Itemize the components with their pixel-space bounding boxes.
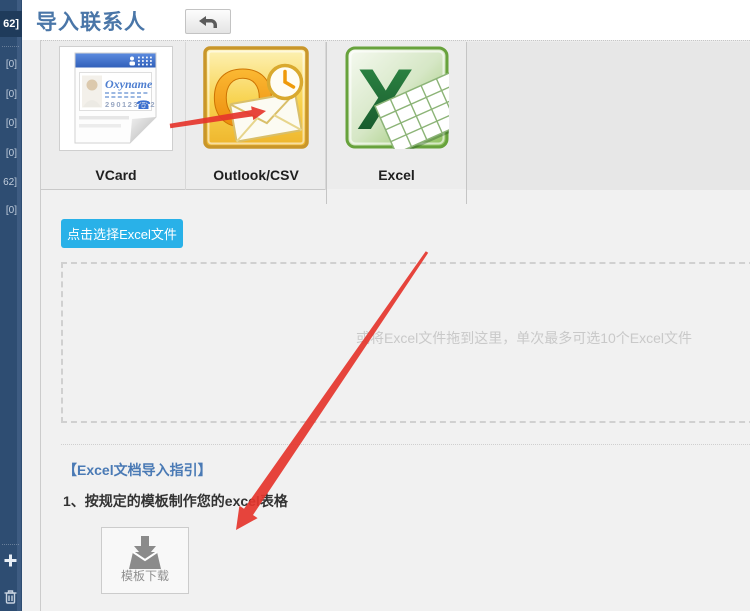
vcard-brand-text: Oxyname bbox=[105, 77, 153, 91]
excel-dropzone[interactable]: 或将Excel文件拖到这里，单次最多可选10个Excel文件 bbox=[61, 262, 750, 423]
delete-button[interactable] bbox=[3, 589, 18, 604]
gutter bbox=[22, 40, 40, 611]
sidebar-item[interactable]: 62] bbox=[0, 11, 22, 37]
plus-icon bbox=[3, 553, 18, 568]
outlook-icon: O bbox=[203, 46, 309, 154]
sidebar-item[interactable]: [0] bbox=[0, 147, 20, 160]
select-excel-file-button[interactable]: 点击选择Excel文件 bbox=[61, 219, 183, 248]
tabbar-empty-area bbox=[467, 42, 750, 190]
tab-label: Excel bbox=[327, 167, 466, 183]
dropzone-hint: 或将Excel文件拖到这里，单次最多可选10个Excel文件 bbox=[356, 328, 692, 348]
sidebar-item[interactable]: [0] bbox=[0, 117, 20, 130]
tab-excel[interactable]: X Excel bbox=[326, 42, 467, 190]
back-arrow-icon bbox=[198, 15, 218, 29]
section-divider bbox=[61, 444, 750, 445]
trash-icon bbox=[3, 589, 18, 605]
sidebar-item[interactable]: [0] bbox=[0, 58, 20, 71]
import-type-tabbar: Oxyname 290123122 ☎ VCard bbox=[41, 40, 750, 190]
main-panel: Oxyname 290123122 ☎ VCard bbox=[40, 40, 750, 611]
excel-icon: X bbox=[345, 46, 449, 154]
template-download-label: 模板下载 bbox=[102, 567, 188, 584]
add-button[interactable] bbox=[3, 553, 18, 568]
tab-outlook-csv[interactable]: O Outlook/CSV bbox=[186, 42, 326, 190]
template-download-button[interactable]: 模板下载 bbox=[101, 527, 189, 594]
selected-tab-connector bbox=[326, 189, 467, 204]
tab-label: VCard bbox=[46, 167, 186, 183]
phone-icon: ☎ bbox=[136, 98, 151, 112]
sidebar-item[interactable]: [0] bbox=[0, 204, 20, 217]
sidebar: 62] [0] [0] [0] [0] 62] [0] bbox=[0, 0, 22, 611]
tab-label: Outlook/CSV bbox=[186, 167, 326, 183]
sidebar-divider bbox=[2, 544, 19, 545]
vcard-icon: Oxyname 290123122 ☎ bbox=[59, 46, 173, 157]
sidebar-divider bbox=[2, 46, 19, 47]
import-contacts-page: 62] [0] [0] [0] [0] 62] [0] 导入联系人 bbox=[0, 0, 750, 611]
back-button[interactable] bbox=[185, 9, 231, 34]
guide-step-1: 1、按规定的模板制作您的excel表格 bbox=[63, 491, 288, 511]
sidebar-item[interactable]: 62] bbox=[0, 176, 20, 189]
page-title: 导入联系人 bbox=[36, 6, 146, 36]
guide-heading: 【Excel文档导入指引】 bbox=[63, 460, 212, 480]
sidebar-item[interactable]: [0] bbox=[0, 88, 20, 101]
header: 导入联系人 bbox=[22, 0, 750, 41]
tab-vcard[interactable]: Oxyname 290123122 ☎ VCard bbox=[46, 42, 186, 190]
